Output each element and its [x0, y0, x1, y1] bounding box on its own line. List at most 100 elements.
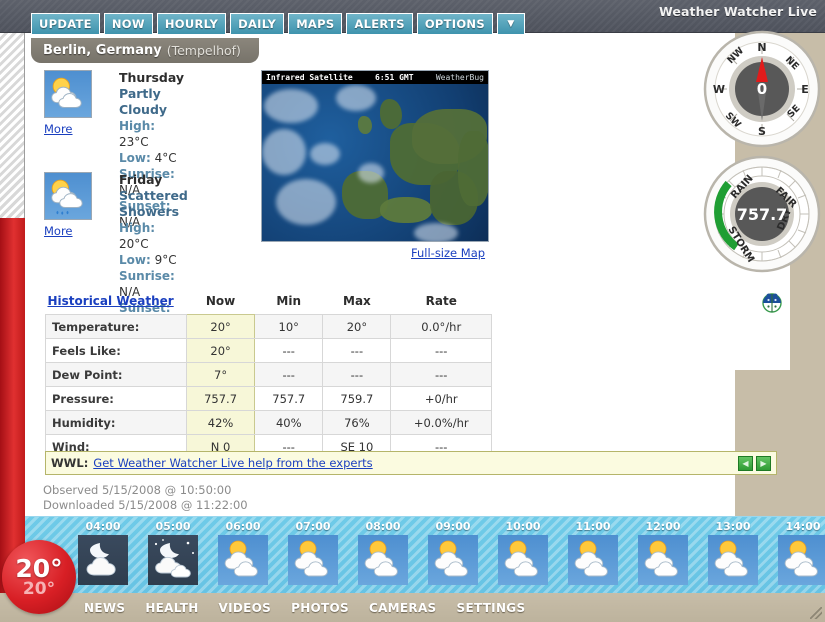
forecast-more-link-thursday[interactable]: More	[44, 122, 92, 136]
historical-weather-link[interactable]: Historical Weather	[48, 294, 174, 308]
full-size-map-link[interactable]: Full-size Map	[411, 246, 485, 260]
row-label-humidity: Humidity:	[45, 410, 187, 435]
toolbar-button-options[interactable]: OPTIONS	[416, 13, 493, 35]
hourly-item-0800[interactable]: 08:00	[352, 520, 414, 585]
satellite-caption-bar: Infrared Satellite 6:51 GMT WeatherBug	[262, 71, 488, 84]
current-temperature-badge: 20° 20°	[2, 540, 76, 614]
hourly-item-1000[interactable]: 10:00	[492, 520, 554, 585]
toolbar-button-update[interactable]: UPDATE	[31, 13, 100, 35]
table-row: Pressure: 757.7 757.7 759.7 +0/hr	[45, 386, 492, 411]
timestamps: Observed 5/15/2008 @ 10:50:00 Downloaded…	[43, 483, 248, 513]
bottom-nav-news[interactable]: NEWS	[84, 601, 125, 615]
satellite-time: 6:51 GMT	[375, 73, 414, 82]
wind-compass-gauge[interactable]: N S W E NW NE SW SE 0	[703, 30, 821, 148]
toolbar-button-alerts[interactable]: ALERTS	[346, 13, 413, 35]
hourly-item-0500[interactable]: 05:00	[142, 520, 204, 585]
feels-like-min: ---	[254, 338, 324, 363]
left-hatch-decoration	[0, 33, 25, 218]
feels-like-rate: ---	[390, 338, 492, 363]
table-row: Dew Point: 7° --- --- ---	[45, 362, 492, 387]
toolbar-button-daily[interactable]: DAILY	[230, 13, 285, 35]
forecast-low-thursday: Low: 4°C	[119, 150, 184, 166]
forecast-card-friday: More Friday Scattered Showers High: 20°C…	[44, 172, 188, 331]
forecast-high-thursday: High: 23°C	[119, 118, 184, 150]
hourly-time: 14:00	[785, 520, 821, 533]
wwl-label: WWL:	[51, 456, 89, 470]
forecast-low-label: Low:	[119, 151, 151, 165]
compass-label-n: N	[757, 41, 766, 54]
wwl-nav-buttons: ◀ ▶	[738, 455, 771, 471]
temperature-min: 10°	[254, 314, 324, 339]
current-temperature: 20°	[15, 553, 63, 583]
hourly-time: 12:00	[645, 520, 681, 533]
toolbar-button-hourly[interactable]: HOURLY	[156, 13, 227, 35]
hourly-time: 08:00	[365, 520, 401, 533]
bottom-nav-videos[interactable]: VIDEOS	[219, 601, 272, 615]
forecast-high-friday: High: 20°C	[119, 220, 188, 252]
hourly-item-1300[interactable]: 13:00	[702, 520, 764, 585]
temperature-now: 20°	[185, 314, 256, 339]
dew-point-now: 7°	[185, 362, 256, 387]
hourly-item-0700[interactable]: 07:00	[282, 520, 344, 585]
forecast-high-value: 20°C	[119, 237, 149, 251]
bottom-nav-photos[interactable]: PHOTOS	[291, 601, 349, 615]
hourly-item-1200[interactable]: 12:00	[632, 520, 694, 585]
forecast-low-friday: Low: 9°C	[119, 252, 188, 268]
row-label-pressure: Pressure:	[45, 386, 187, 411]
wwl-help-link[interactable]: Get Weather Watcher Live help from the e…	[93, 456, 372, 470]
barometer-value: 757.7	[737, 205, 788, 224]
humidity-now: 42%	[185, 410, 256, 435]
hourly-time: 11:00	[575, 520, 611, 533]
forecast-low-value: 9°C	[154, 253, 177, 267]
main-toolbar: UPDATE NOW HOURLY DAILY MAPS ALERTS OPTI…	[31, 13, 525, 35]
partly-cloudy-icon	[778, 535, 825, 585]
row-label-feels-like: Feels Like:	[45, 338, 187, 363]
pressure-min: 757.7	[254, 386, 324, 411]
hourly-item-1100[interactable]: 11:00	[562, 520, 624, 585]
bottom-nav-settings[interactable]: SETTINGS	[457, 601, 526, 615]
bottom-nav-items: NEWS HEALTH VIDEOS PHOTOS CAMERAS SETTIN…	[84, 601, 525, 615]
toolbar-button-now[interactable]: NOW	[103, 13, 153, 35]
bottom-nav-cameras[interactable]: CAMERAS	[369, 601, 437, 615]
table-row: Feels Like: 20° --- --- ---	[45, 338, 492, 363]
current-conditions-table: Historical Weather Now Min Max Rate Temp…	[45, 292, 492, 459]
hourly-item-0900[interactable]: 09:00	[422, 520, 484, 585]
dew-point-min: ---	[254, 362, 324, 387]
next-tip-button[interactable]: ▶	[756, 455, 771, 471]
chevron-down-icon[interactable]: ▼	[496, 13, 525, 35]
scattered-showers-icon	[44, 172, 92, 220]
feels-like-max: ---	[322, 338, 392, 363]
row-label-dew-point: Dew Point:	[45, 362, 187, 387]
forecast-high-value: 23°C	[119, 135, 149, 149]
satellite-provider: WeatherBug	[435, 73, 484, 82]
feels-like-now: 20°	[185, 338, 256, 363]
hourly-item-1400[interactable]: 14:00	[772, 520, 825, 585]
hourly-item-0600[interactable]: 06:00	[212, 520, 274, 585]
barometer-gauge[interactable]: RAIN FAIR DRY STORM 757.7	[703, 155, 821, 273]
resize-grip-icon[interactable]	[810, 607, 822, 619]
weatherbug-logo-icon[interactable]	[760, 290, 784, 314]
satellite-map-image[interactable]: Infrared Satellite 6:51 GMT WeatherBug	[261, 70, 489, 242]
feels-like-temperature: 20°	[22, 578, 56, 599]
bottom-nav-health[interactable]: HEALTH	[145, 601, 198, 615]
humidity-min: 40%	[254, 410, 324, 435]
forecast-condition-thursday: Partly Cloudy	[119, 86, 168, 117]
forecast-low-label: Low:	[119, 253, 151, 267]
hourly-time: 13:00	[715, 520, 751, 533]
hourly-time: 09:00	[435, 520, 471, 533]
hourly-item-0400[interactable]: 04:00	[72, 520, 134, 585]
previous-tip-button[interactable]: ◀	[738, 455, 753, 471]
hourly-time: 10:00	[505, 520, 541, 533]
partly-cloudy-icon	[428, 535, 478, 585]
partly-cloudy-icon	[638, 535, 688, 585]
night-cloudy-icon	[78, 535, 128, 585]
compass-label-s: S	[758, 125, 766, 138]
location-bar[interactable]: Berlin, Germany (Tempelhof)	[31, 38, 259, 63]
hourly-time: 05:00	[155, 520, 191, 533]
partly-cloudy-icon	[358, 535, 408, 585]
forecast-more-link-friday[interactable]: More	[44, 224, 92, 238]
partly-cloudy-icon	[44, 70, 92, 118]
temperature-rate: 0.0°/hr	[390, 314, 492, 339]
toolbar-button-maps[interactable]: MAPS	[288, 13, 343, 35]
wwl-help-banner: WWL: Get Weather Watcher Live help from …	[45, 451, 777, 475]
